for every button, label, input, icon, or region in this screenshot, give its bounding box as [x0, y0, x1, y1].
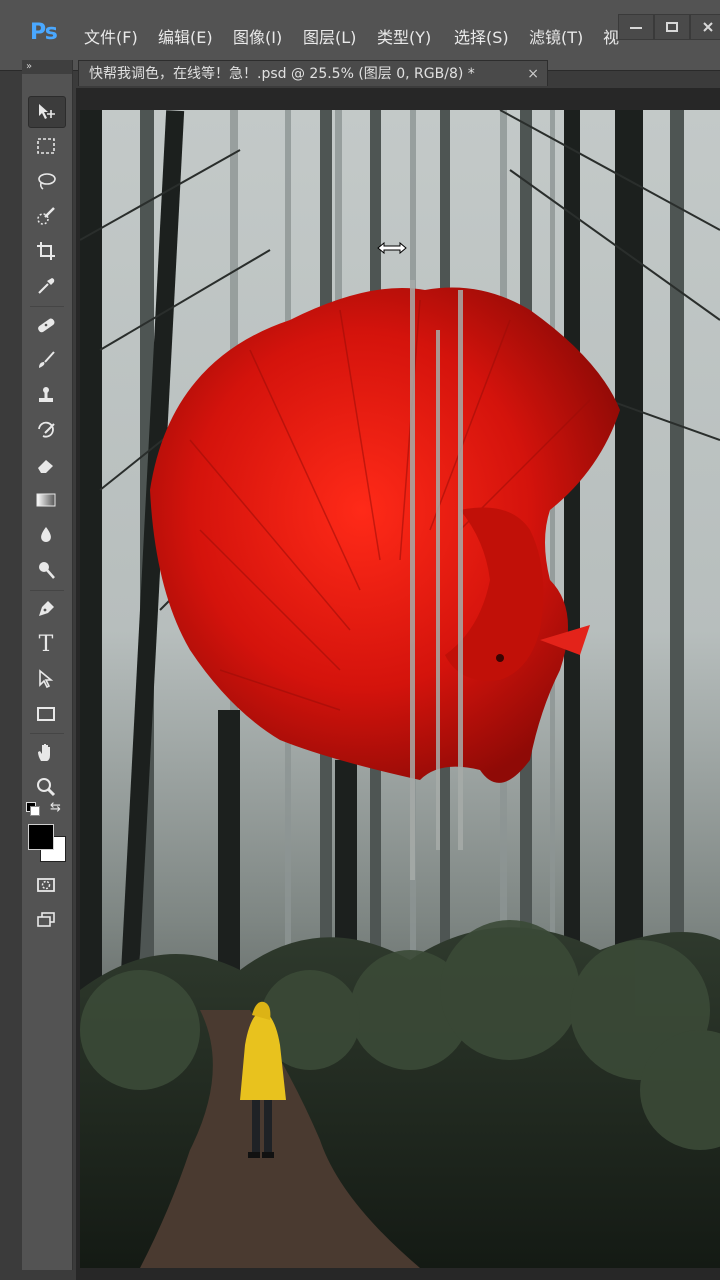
- menu-view[interactable]: 视: [603, 24, 619, 48]
- photoshop-logo: Ps: [30, 20, 58, 45]
- hand-tool[interactable]: [28, 737, 64, 767]
- screen-mode-button[interactable]: [28, 905, 64, 935]
- screen-mode-icon: [37, 912, 55, 927]
- marquee-tool[interactable]: [28, 131, 64, 161]
- zoom-tool-icon: [37, 778, 56, 797]
- canvas-artwork: [80, 110, 720, 1268]
- close-window-button[interactable]: [690, 14, 720, 40]
- path-selection-tool-icon: [39, 669, 54, 689]
- blur-tool[interactable]: [28, 520, 64, 550]
- menu-edit[interactable]: 编辑(E): [158, 24, 213, 48]
- dodge-tool-icon: [39, 562, 55, 579]
- move-tool[interactable]: [28, 96, 66, 128]
- type-tool-icon: T: [38, 631, 54, 657]
- close-icon: [703, 22, 713, 32]
- tool-separator: [30, 733, 64, 734]
- close-document-icon[interactable]: ×: [527, 61, 539, 86]
- history-brush-tool-icon: [38, 421, 55, 438]
- menu-select[interactable]: 选择(S): [454, 24, 509, 48]
- zoom-tool[interactable]: [28, 772, 64, 802]
- healing-brush-tool[interactable]: [28, 310, 64, 340]
- clone-stamp-tool-icon: [39, 387, 53, 402]
- menu-filter[interactable]: 滤镜(T): [529, 24, 583, 48]
- type-tool[interactable]: T: [28, 629, 64, 659]
- eyedropper-tool[interactable]: [28, 271, 64, 301]
- restore-icon: [666, 22, 678, 32]
- document-tab-title: 快帮我调色，在线等！急！.psd @ 25.5% (图层 0, RGB/8) *: [89, 66, 475, 82]
- eraser-tool-icon: [38, 460, 53, 473]
- path-selection-tool[interactable]: [28, 664, 64, 694]
- lasso-tool[interactable]: [28, 166, 64, 196]
- minimize-icon: [630, 27, 642, 29]
- image-canvas[interactable]: [80, 110, 720, 1268]
- default-colors-icon[interactable]: [26, 802, 40, 816]
- tool-separator: [30, 306, 64, 307]
- blur-tool-icon: [41, 527, 51, 542]
- eraser-tool[interactable]: [28, 450, 64, 480]
- rectangle-tool[interactable]: [28, 699, 64, 729]
- gradient-tool[interactable]: [28, 485, 64, 515]
- marquee-tool-icon: [37, 138, 55, 154]
- quick-selection-tool[interactable]: [28, 201, 64, 231]
- tool-separator: [30, 590, 64, 591]
- swap-colors-icon[interactable]: ⇆: [50, 800, 61, 815]
- quick-mask-button[interactable]: [28, 870, 64, 900]
- brush-tool[interactable]: [28, 345, 64, 375]
- tools-panel: » T ⇆: [22, 60, 73, 1270]
- eyedropper-tool-icon: [38, 278, 55, 294]
- healing-brush-tool-icon: [38, 318, 55, 333]
- resize-cursor-icon: [376, 240, 408, 256]
- pen-tool-icon: [39, 601, 54, 616]
- brush-tool-icon: [39, 351, 55, 368]
- pen-tool[interactable]: [28, 594, 64, 624]
- foreground-color-swatch[interactable]: [28, 824, 54, 850]
- menu-type[interactable]: 类型(Y): [377, 24, 431, 48]
- menu-layer[interactable]: 图层(L): [303, 24, 356, 48]
- move-tool-icon: [39, 104, 55, 119]
- dodge-tool[interactable]: [28, 555, 64, 585]
- menu-file[interactable]: 文件(F): [84, 24, 138, 48]
- rectangle-tool-icon: [37, 707, 55, 721]
- restore-button[interactable]: [654, 14, 690, 40]
- gradient-tool-icon: [36, 493, 56, 507]
- tools-panel-grip[interactable]: »: [22, 60, 72, 74]
- lasso-tool-icon: [38, 173, 56, 190]
- crop-tool[interactable]: [28, 236, 64, 266]
- history-brush-tool[interactable]: [28, 415, 64, 445]
- document-tab[interactable]: 快帮我调色，在线等！急！.psd @ 25.5% (图层 0, RGB/8) *…: [78, 60, 548, 86]
- hand-tool-icon: [38, 744, 50, 761]
- crop-tool-icon: [37, 242, 55, 260]
- quick-mask-icon: [37, 878, 55, 892]
- clone-stamp-tool[interactable]: [28, 380, 64, 410]
- minimize-button[interactable]: [618, 14, 654, 40]
- menu-image[interactable]: 图像(I): [233, 24, 282, 48]
- quick-selection-tool-icon: [37, 207, 55, 225]
